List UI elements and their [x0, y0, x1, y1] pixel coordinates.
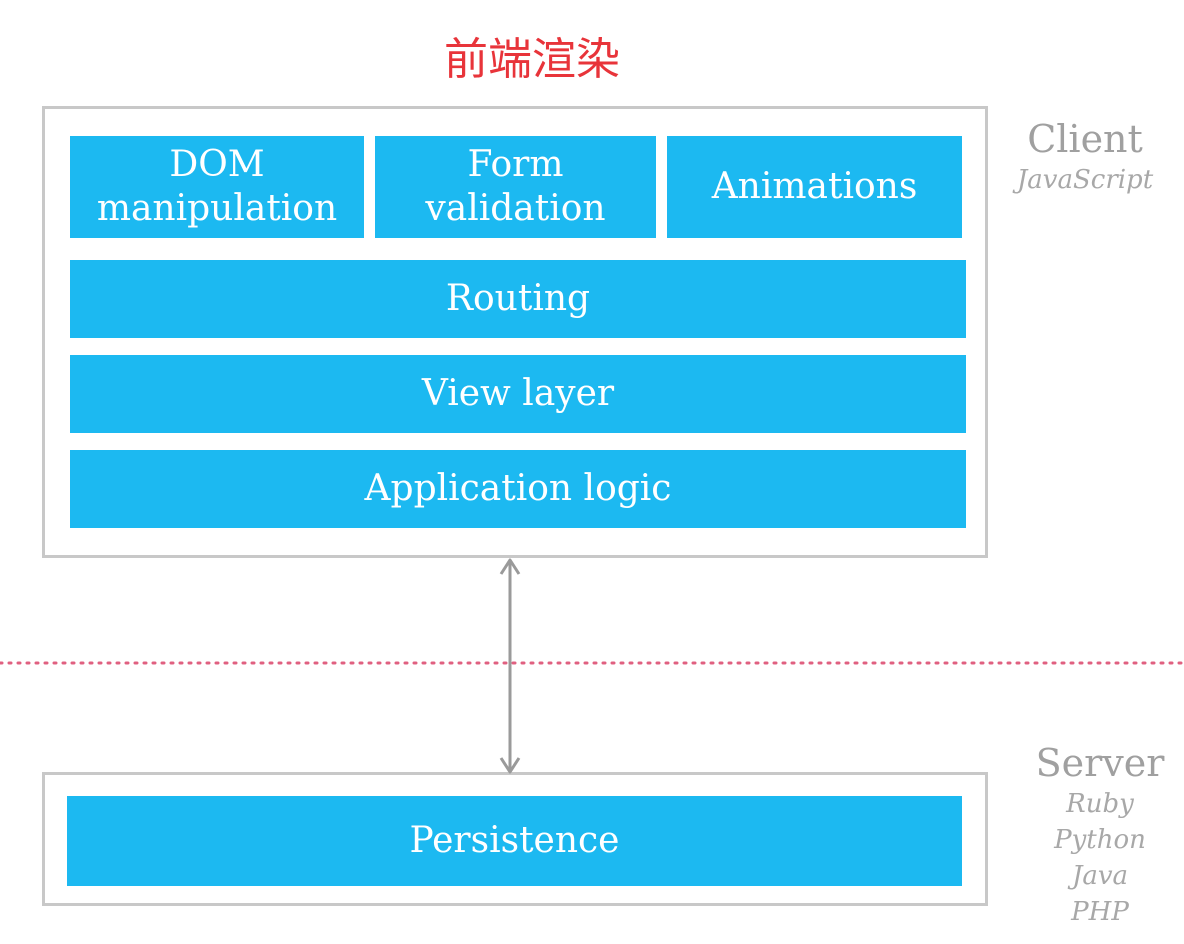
bidirectional-arrow-icon	[499, 558, 521, 774]
connectors-overlay	[0, 558, 1184, 774]
